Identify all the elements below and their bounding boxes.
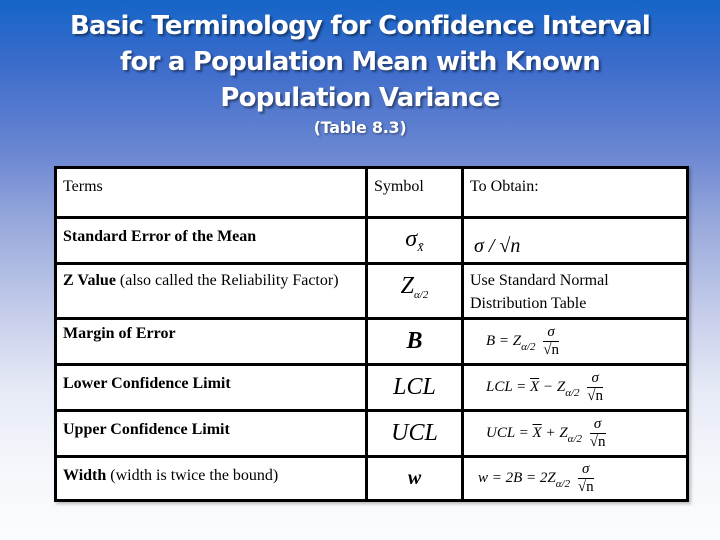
term-note: (width is twice the bound) (106, 467, 279, 484)
term-name: Lower Confidence Limit (63, 375, 231, 392)
formula-op: − Z (539, 378, 566, 395)
formula-subscript: α/2 (555, 477, 571, 490)
table-row: Standard Error of the Mean σX̄ σ / √n (54, 216, 689, 265)
obtain-cell: B = Zα/2 σ √n (461, 317, 689, 366)
fraction-denominator: √n (577, 479, 594, 495)
symbol-subscript: α/2 (414, 289, 429, 301)
symbol: LCL (393, 374, 436, 400)
formula-subscript: α/2 (521, 340, 536, 353)
symbol: UCL (391, 420, 438, 446)
formula-lhs: LCL = (486, 378, 531, 395)
obtain-cell: σ / √n (461, 216, 689, 265)
obtain-cell: w = 2B = 2Zα/2 σ √n (461, 455, 689, 502)
obtain-formula: σ / √n (474, 235, 521, 257)
term-name: Margin of Error (63, 325, 176, 342)
term-cell: Margin of Error (54, 317, 368, 366)
fraction-denominator: √n (589, 434, 606, 450)
table-row: Width (width is twice the bound) w w = 2… (54, 455, 689, 502)
obtain-text: Use Standard Normal Distribution Table (470, 272, 609, 312)
formula-lhs: UCL = (486, 424, 533, 441)
header-terms: Terms (54, 166, 368, 219)
symbol-cell: LCL (365, 363, 464, 412)
slide-title: Basic Terminology for Confidence Interva… (0, 8, 720, 116)
symbol-cell: UCL (365, 409, 464, 458)
fraction-numerator: σ (587, 370, 604, 388)
obtain-cell: UCL = X + Zα/2 σ √n (461, 409, 689, 458)
formula-subscript: α/2 (565, 386, 580, 399)
obtain-cell: LCL = X − Zα/2 σ √n (461, 363, 689, 412)
symbol: Z (400, 273, 414, 299)
term-cell: Upper Confidence Limit (54, 409, 368, 458)
term-name: Width (63, 467, 107, 484)
term-cell: Lower Confidence Limit (54, 363, 368, 412)
term-name: Standard Error of the Mean (63, 228, 257, 245)
symbol-cell: B (365, 317, 464, 366)
fraction: σ √n (589, 416, 606, 451)
fraction-numerator: σ (543, 324, 559, 342)
title-line-1: Basic Terminology for Confidence Interva… (70, 11, 651, 41)
fraction-numerator: σ (589, 416, 606, 434)
formula-xbar: X (530, 378, 540, 395)
obtain-cell: Use Standard Normal Distribution Table (461, 262, 689, 320)
fraction-denominator: √n (543, 342, 559, 358)
term-cell: Width (width is twice the bound) (54, 455, 368, 502)
term-note: (also called the Reliability Factor) (115, 272, 339, 289)
fraction: σ √n (543, 324, 559, 359)
table-header-row: Terms Symbol To Obtain: (54, 166, 689, 219)
formula-lhs: w = 2B = 2Z (478, 469, 556, 486)
slide-subtitle: (Table 8.3) (313, 118, 407, 137)
table-row: Margin of Error B B = Zα/2 σ √n (54, 317, 689, 366)
table-row: Z Value (also called the Reliability Fac… (54, 262, 689, 320)
formula-xbar: X (532, 424, 542, 441)
table-row: Lower Confidence Limit LCL LCL = X − Zα/… (54, 363, 689, 412)
term-name: Upper Confidence Limit (63, 421, 230, 438)
symbol-cell: Zα/2 (365, 262, 464, 320)
title-line-3: Population Variance (220, 83, 500, 113)
formula-op: + Z (541, 424, 568, 441)
formula-lhs: B = Z (486, 332, 522, 349)
symbol: w (407, 467, 422, 489)
symbol-subscript: X̄ (417, 242, 424, 254)
symbol-cell: w (365, 455, 464, 502)
fraction: σ √n (587, 370, 604, 405)
header-to-obtain: To Obtain: (461, 166, 689, 219)
header-symbol: Symbol (365, 166, 464, 219)
table-row: Upper Confidence Limit UCL UCL = X + Zα/… (54, 409, 689, 458)
term-cell: Z Value (also called the Reliability Fac… (54, 262, 368, 320)
symbol-cell: σX̄ (365, 216, 464, 265)
formula-subscript: α/2 (567, 432, 583, 445)
fraction-denominator: √n (587, 388, 604, 404)
symbol: B (406, 328, 423, 354)
title-line-2: for a Population Mean with Known (120, 47, 601, 77)
symbol: σ (405, 226, 418, 252)
term-name: Z Value (63, 272, 116, 289)
terminology-table: Terms Symbol To Obtain: Standard Error o… (54, 166, 689, 502)
fraction: σ √n (577, 461, 594, 496)
term-cell: Standard Error of the Mean (54, 216, 368, 265)
fraction-numerator: σ (577, 461, 594, 479)
